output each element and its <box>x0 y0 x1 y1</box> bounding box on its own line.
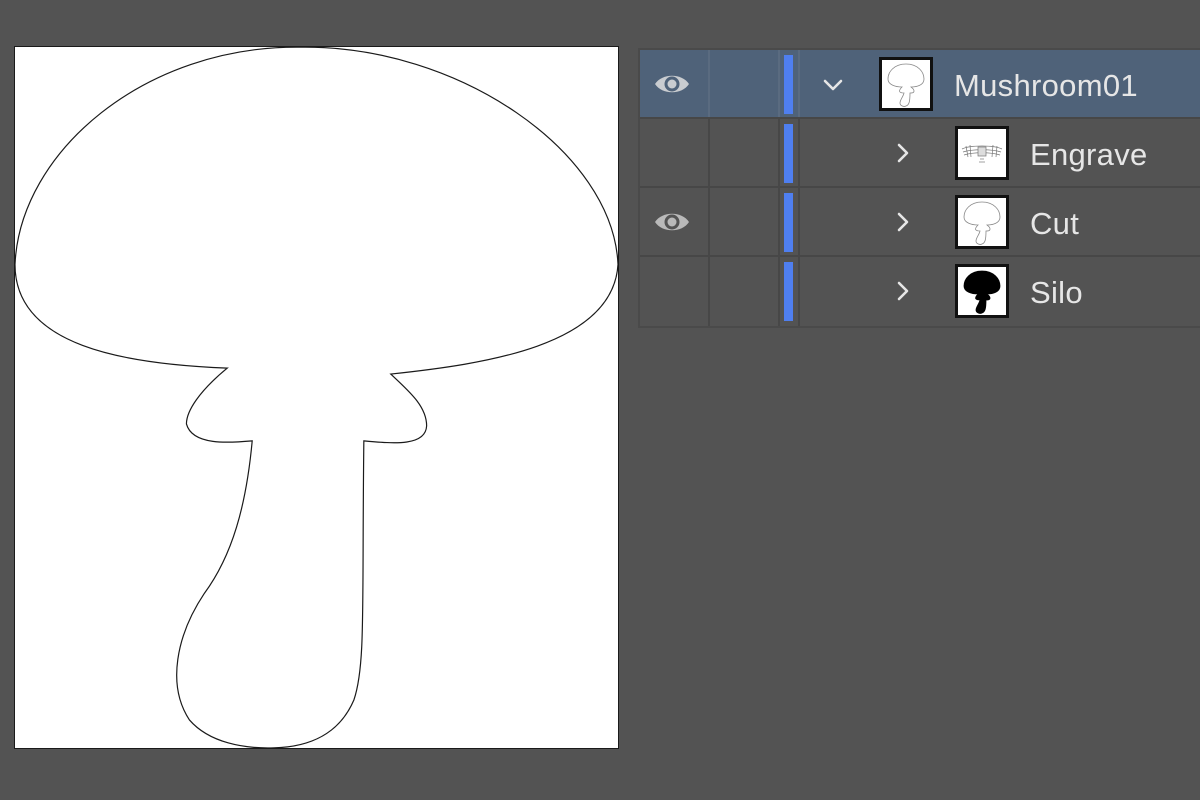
layer-color-indicator <box>784 193 793 252</box>
layer-color-indicator <box>784 124 793 183</box>
layer-row-silo[interactable]: Silo <box>640 257 1200 326</box>
layer-thumbnail <box>879 57 933 111</box>
eye-icon[interactable] <box>653 208 691 236</box>
layer-name[interactable]: Cut <box>1030 206 1079 242</box>
layer-name[interactable]: Mushroom01 <box>954 68 1138 104</box>
layer-row-cut[interactable]: Cut <box>640 188 1200 257</box>
visibility-toggle[interactable] <box>640 257 710 326</box>
visibility-toggle[interactable] <box>640 50 710 117</box>
layers-panel: Mushroom01 Engrave Cut Silo <box>638 48 1200 328</box>
engrave-texture-thumbnail-icon <box>961 144 1003 163</box>
lock-toggle[interactable] <box>708 257 780 326</box>
column-divider <box>798 257 800 326</box>
chevron-right-icon[interactable] <box>892 211 914 233</box>
mushroom-outline-thumbnail-icon <box>963 201 1001 245</box>
column-divider <box>798 119 800 186</box>
layer-row-mushroom01[interactable]: Mushroom01 <box>640 50 1200 119</box>
mushroom-silhouette-thumbnail-icon <box>963 270 1001 314</box>
layer-thumbnail <box>955 195 1009 249</box>
eye-icon[interactable] <box>653 70 691 98</box>
lock-toggle[interactable] <box>708 50 780 117</box>
layer-color-indicator <box>784 262 793 321</box>
mushroom-outline-thumbnail-icon <box>887 63 925 107</box>
visibility-toggle[interactable] <box>640 188 710 255</box>
layer-name[interactable]: Engrave <box>1030 137 1148 173</box>
artboard[interactable] <box>14 46 619 749</box>
layer-row-engrave[interactable]: Engrave <box>640 119 1200 188</box>
column-divider <box>798 50 800 117</box>
chevron-right-icon[interactable] <box>892 142 914 164</box>
chevron-down-icon[interactable] <box>822 74 844 96</box>
visibility-toggle[interactable] <box>640 119 710 186</box>
chevron-right-icon[interactable] <box>892 280 914 302</box>
lock-toggle[interactable] <box>708 119 780 186</box>
column-divider <box>798 188 800 255</box>
layer-name[interactable]: Silo <box>1030 275 1083 311</box>
mushroom-outline-artwork[interactable] <box>15 47 618 748</box>
layer-thumbnail <box>955 264 1009 318</box>
layer-thumbnail <box>955 126 1009 180</box>
layer-color-indicator <box>784 55 793 114</box>
lock-toggle[interactable] <box>708 188 780 255</box>
